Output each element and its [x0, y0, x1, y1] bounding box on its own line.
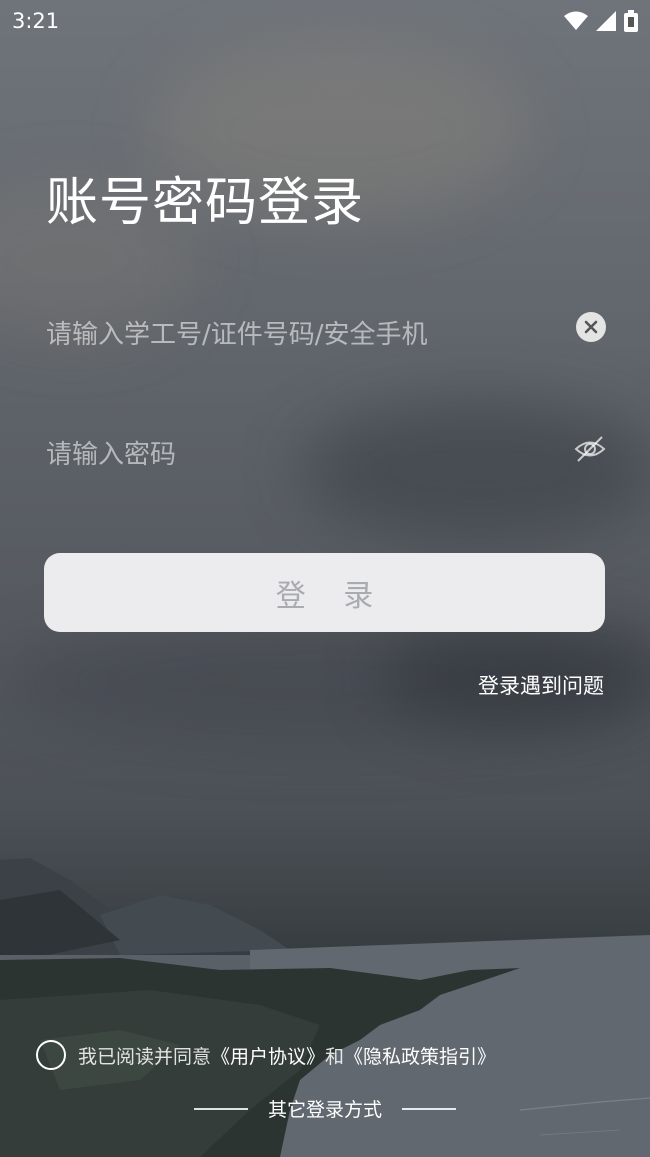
user-agreement-link[interactable]: 《用户协议》 — [211, 1046, 325, 1068]
agreement-checkbox[interactable] — [36, 1040, 66, 1070]
login-screen: 3:21 账号密码登录 请输入学工号/证件号码/安全手机 请输入密码 登 录 登… — [0, 0, 650, 1157]
close-icon — [584, 320, 598, 334]
password-field[interactable]: 请输入密码 — [46, 420, 606, 480]
divider-left — [193, 1107, 248, 1110]
username-input[interactable]: 请输入学工号/证件号码/安全手机 — [46, 314, 546, 351]
signal-icon — [596, 11, 616, 31]
password-input[interactable]: 请输入密码 — [46, 434, 546, 471]
hide-password-icon[interactable] — [574, 434, 606, 464]
login-help-link[interactable]: 登录遇到问题 — [478, 670, 604, 700]
clear-icon[interactable] — [576, 312, 606, 342]
agreement-conjunction: 和 — [325, 1045, 345, 1068]
status-icons — [564, 10, 638, 32]
divider-right — [402, 1107, 456, 1110]
status-bar: 3:21 — [0, 0, 650, 44]
agreement-prefix: 我已阅读并同意 — [78, 1045, 212, 1068]
privacy-policy-link[interactable]: 《隐私政策指引》 — [344, 1046, 496, 1068]
login-button[interactable]: 登 录 — [44, 553, 605, 632]
page-title: 账号密码登录 — [46, 173, 365, 233]
battery-icon — [624, 10, 638, 32]
wifi-icon — [564, 11, 588, 30]
username-field[interactable]: 请输入学工号/证件号码/安全手机 — [46, 300, 606, 360]
other-login-section: 其它登录方式 — [0, 1095, 650, 1122]
agreement-row: 我已阅读并同意《用户协议》和《隐私政策指引》 — [36, 1040, 496, 1070]
other-login-button[interactable]: 其它登录方式 — [268, 1095, 382, 1122]
agreement-text: 我已阅读并同意《用户协议》和《隐私政策指引》 — [78, 1042, 496, 1069]
status-time: 3:21 — [12, 9, 60, 33]
